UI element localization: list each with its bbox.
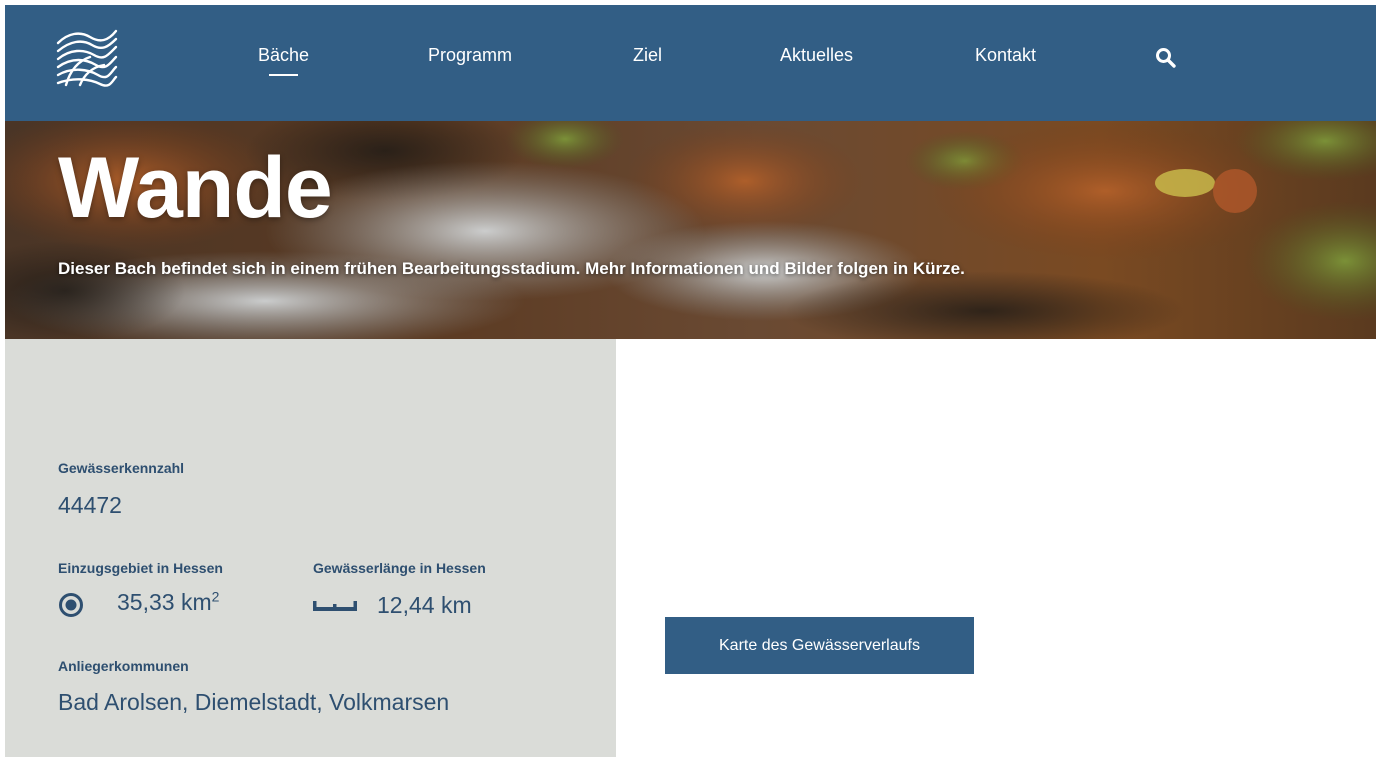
area-label: Einzugsgebiet in Hessen — [58, 560, 223, 576]
hero-subtitle: Dieser Bach befindet sich in einem frühe… — [58, 259, 965, 278]
area-target-icon — [58, 592, 84, 623]
length-value: 12,44 km — [377, 592, 472, 618]
nav-item-baeche[interactable]: Bäche — [258, 45, 309, 76]
nav-item-aktuelles[interactable]: Aktuelles — [780, 45, 853, 66]
code-value: 44472 — [58, 492, 122, 518]
ruler-icon — [313, 597, 357, 618]
top-navigation: Bäche Programm Ziel Aktuelles Kontakt — [5, 5, 1376, 121]
area-value: 35,33 km2 — [117, 588, 220, 615]
nav-item-ziel[interactable]: Ziel — [633, 45, 662, 66]
stream-logo-icon[interactable] — [56, 27, 118, 87]
stream-info-panel: Gewässerkennzahl 44472 Einzugsgebiet in … — [5, 339, 616, 757]
nav-item-kontakt[interactable]: Kontakt — [975, 45, 1036, 66]
communities-label: Anliegerkommunen — [58, 658, 189, 674]
hero-banner: Wande Dieser Bach befindet sich in einem… — [5, 121, 1376, 339]
code-label: Gewässerkennzahl — [58, 460, 185, 476]
communities-value: Bad Arolsen, Diemelstadt, Volkmarsen — [58, 689, 450, 715]
map-route-button[interactable]: Karte des Gewässerverlaufs — [665, 617, 974, 674]
page-frame: Bäche Programm Ziel Aktuelles Kontakt Wa… — [5, 5, 1376, 757]
length-label: Gewässerlänge in Hessen — [313, 560, 486, 576]
search-icon[interactable] — [1155, 47, 1177, 69]
nav-item-programm[interactable]: Programm — [428, 45, 512, 66]
page-title: Wande — [58, 140, 333, 236]
